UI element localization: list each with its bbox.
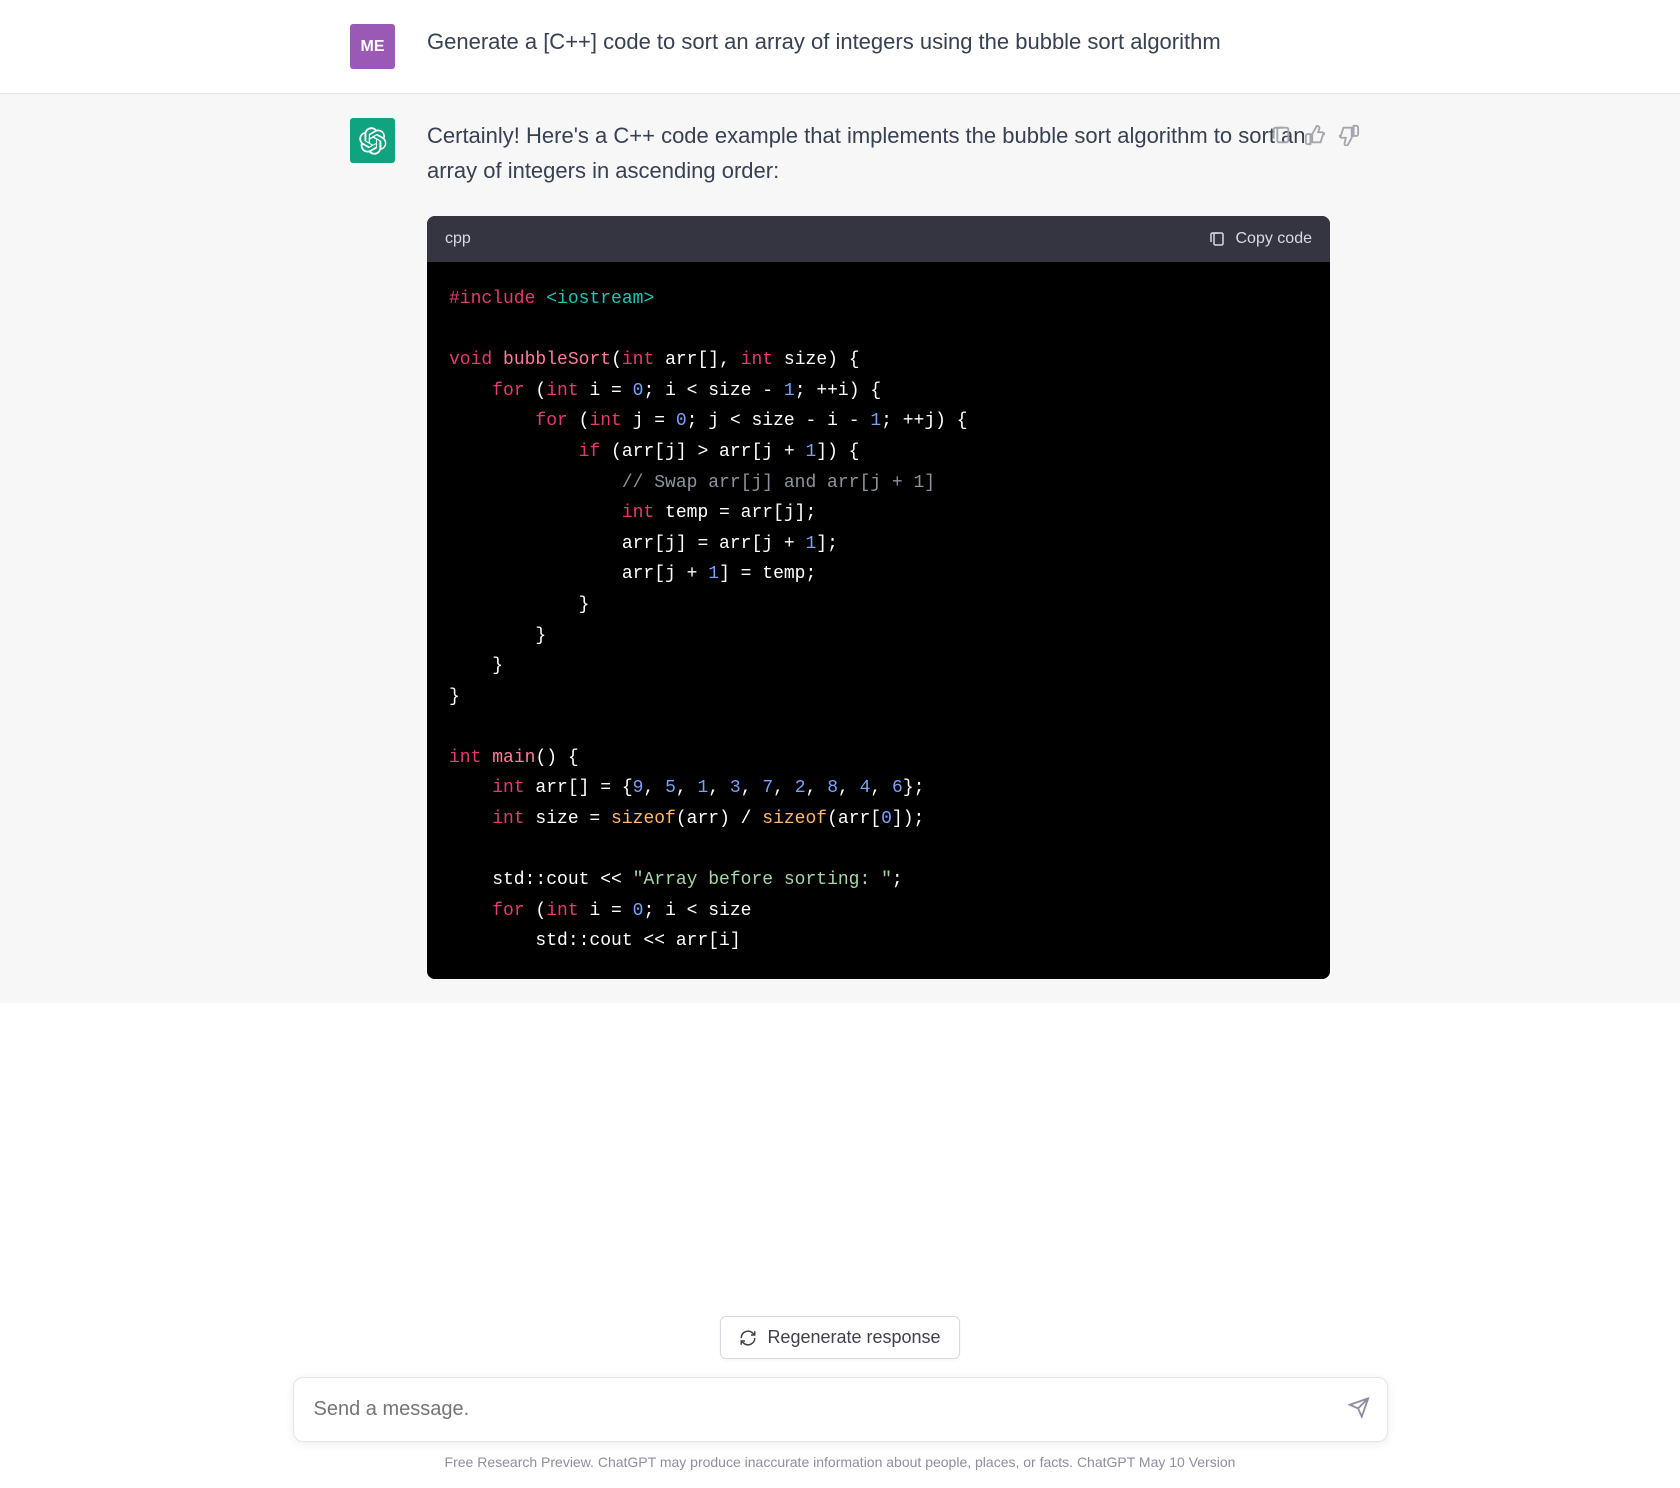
code-header: cpp Copy code: [427, 216, 1330, 262]
footer-note: Free Research Preview. ChatGPT may produ…: [293, 1454, 1388, 1470]
feedback-icons: [1270, 124, 1360, 146]
assistant-message-row: Certainly! Here's a C++ code example tha…: [0, 94, 1680, 1003]
code-language-label: cpp: [445, 226, 471, 252]
refresh-icon: [739, 1329, 757, 1347]
user-avatar: ME: [350, 24, 395, 69]
user-message-row: ME Generate a [C++] code to sort an arra…: [0, 0, 1680, 94]
thumbs-up-icon[interactable]: [1304, 124, 1326, 146]
assistant-avatar: [350, 118, 395, 163]
copy-code-label: Copy code: [1236, 226, 1313, 252]
regenerate-button[interactable]: Regenerate response: [720, 1316, 959, 1359]
bottom-controls: Regenerate response Free Research Previe…: [0, 1316, 1680, 1488]
send-icon: [1348, 1396, 1370, 1418]
clipboard-icon: [1208, 230, 1226, 248]
assistant-intro-text: Certainly! Here's a C++ code example tha…: [427, 118, 1330, 188]
code-block: cpp Copy code #include <iostream> void b…: [427, 216, 1330, 979]
thumbs-down-icon[interactable]: [1338, 124, 1360, 146]
message-input[interactable]: [293, 1377, 1388, 1442]
clipboard-icon[interactable]: [1270, 124, 1292, 146]
copy-code-button[interactable]: Copy code: [1208, 226, 1313, 252]
user-message-text: Generate a [C++] code to sort an array o…: [427, 24, 1330, 69]
regenerate-label: Regenerate response: [767, 1327, 940, 1348]
assistant-message-content: Certainly! Here's a C++ code example tha…: [427, 118, 1330, 979]
input-wrap: [293, 1377, 1388, 1442]
send-button[interactable]: [1348, 1396, 1370, 1423]
user-avatar-label: ME: [361, 38, 385, 56]
openai-logo-icon: [359, 127, 387, 155]
code-body: #include <iostream> void bubbleSort(int …: [427, 262, 1330, 979]
conversation: ME Generate a [C++] code to sort an arra…: [0, 0, 1680, 1003]
